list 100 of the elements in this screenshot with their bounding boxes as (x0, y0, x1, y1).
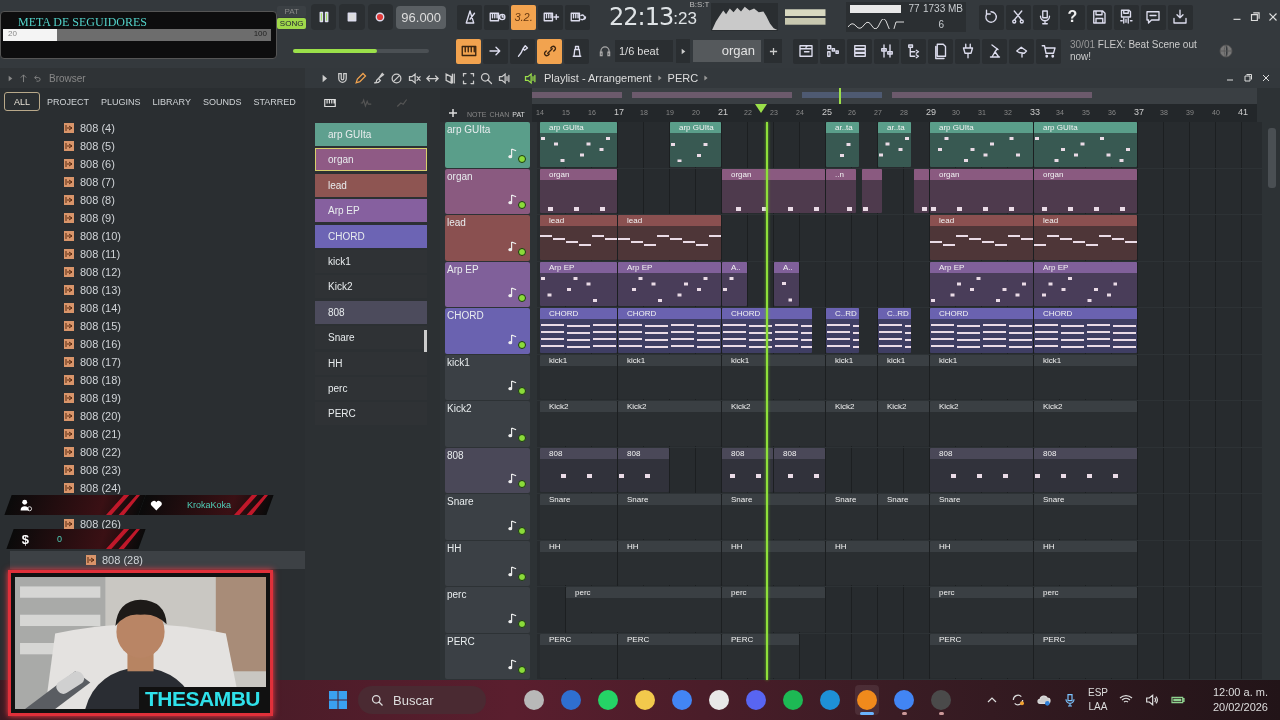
pattern-item[interactable]: Arp EP (315, 199, 427, 223)
pen-curve-button[interactable] (510, 38, 535, 64)
language-indicator[interactable]: ESP LAA (1088, 686, 1108, 714)
brush-icon[interactable] (371, 70, 386, 86)
browser-item[interactable]: 808 (20) (0, 407, 305, 425)
forbidden-icon[interactable] (389, 70, 404, 86)
pattern-clip[interactable]: Snare (540, 494, 617, 539)
pattern-clip[interactable]: kick1 (540, 354, 617, 399)
download-button[interactable] (1168, 4, 1193, 30)
track-mute-switch[interactable] (518, 480, 526, 488)
track-mute-switch[interactable] (518, 340, 526, 349)
track-header[interactable]: lead (445, 215, 530, 261)
keyboard-clock-button[interactable] (484, 4, 510, 30)
pattern-clip[interactable]: Snare (1034, 494, 1137, 539)
channel-rack-button[interactable] (847, 38, 872, 64)
browser-item[interactable]: 808 (7) (0, 173, 305, 191)
cloud-icon[interactable] (1036, 692, 1052, 708)
track-header[interactable]: PERC (445, 633, 530, 679)
pattern-clip[interactable]: Kick2 (930, 401, 1033, 446)
pattern-clip[interactable]: PERC (540, 633, 617, 678)
track-header[interactable]: kick1 (445, 354, 530, 400)
track-mute-switch[interactable] (518, 387, 526, 395)
pattern-clip[interactable]: Snare (930, 494, 1033, 539)
pattern-clip[interactable]: A.. (774, 261, 799, 306)
track-header[interactable]: Kick2 (445, 401, 530, 447)
pattern-clip[interactable]: Arp EP (540, 261, 617, 306)
pattern-clip[interactable]: lead (1034, 215, 1137, 260)
pattern-clip[interactable]: Arp EP (930, 261, 1033, 306)
magnet-icon[interactable] (335, 70, 350, 86)
step-sequence-button[interactable] (820, 38, 845, 64)
pause-button[interactable] (311, 4, 337, 30)
browser-item[interactable]: 808 (18) (0, 371, 305, 389)
keyboard-plus-button[interactable] (538, 4, 564, 30)
zoom-icon[interactable] (479, 70, 494, 86)
pattern-clip[interactable]: perc (722, 587, 825, 632)
track-header[interactable]: organ (445, 168, 530, 214)
pattern-clip[interactable]: Kick2 (618, 401, 721, 446)
browser-item[interactable]: 808 (9) (0, 209, 305, 227)
file-tree-button[interactable] (901, 38, 926, 64)
pattern-clip[interactable]: lead (930, 215, 1033, 260)
save-button[interactable] (1087, 4, 1112, 30)
pattern-clip[interactable]: Kick2 (878, 401, 929, 446)
pattern-clip[interactable]: C..RD (878, 308, 911, 353)
pattern-clip[interactable]: CHORD (930, 308, 1033, 353)
browser-item[interactable]: 808 (4) (0, 119, 305, 137)
pattern-clip[interactable]: Kick2 (722, 401, 825, 446)
up-arrow-icon[interactable] (19, 73, 28, 83)
browser-item[interactable]: 808 (13) (0, 281, 305, 299)
browser-item[interactable]: 808 (22) (0, 443, 305, 461)
browser-item[interactable]: 808 (17) (0, 353, 305, 371)
track-mute-switch[interactable] (518, 247, 526, 256)
pattern-clip[interactable]: perc (1034, 587, 1137, 632)
undo-button[interactable] (979, 4, 1004, 30)
chat-bubble-button[interactable] (1141, 4, 1166, 30)
plus-icon[interactable] (448, 108, 458, 118)
track-mute-switch[interactable] (518, 666, 526, 674)
track-mute-switch[interactable] (518, 573, 526, 581)
pattern-clip[interactable]: PERC (722, 633, 799, 678)
pattern-item[interactable]: organ (315, 148, 427, 172)
cart-button[interactable] (1036, 38, 1061, 64)
pattern-clip[interactable]: 808 (774, 447, 825, 492)
pattern-clip[interactable]: Kick2 (540, 401, 617, 446)
speaker-icon[interactable] (523, 70, 538, 86)
sync-icon[interactable] (1010, 692, 1026, 708)
pattern-clip[interactable]: 808 (930, 447, 1033, 492)
track-mute-switch[interactable] (518, 526, 526, 535)
pattern-clip[interactable]: organ (540, 168, 617, 213)
help-button[interactable]: ? (1060, 4, 1085, 30)
browser-item[interactable]: 808 (19) (0, 389, 305, 407)
browser-item[interactable]: 808 (28) (10, 551, 305, 569)
snap-selector[interactable]: 1/6 beat (615, 40, 673, 62)
pattern-clip[interactable]: CHORD (618, 308, 721, 353)
pattern-clip[interactable]: HH (618, 540, 721, 585)
search-field[interactable]: Buscar (358, 686, 486, 714)
pattern-item[interactable]: CHORD (315, 224, 427, 248)
browser-item[interactable]: 808 (24) (0, 479, 305, 497)
pattern-clip[interactable]: CHORD (1034, 308, 1137, 353)
track-mute-switch[interactable] (518, 433, 526, 442)
pattern-clip[interactable]: kick1 (618, 354, 721, 399)
pattern-clip[interactable]: CHORD (722, 308, 812, 353)
browser-item[interactable]: 808 (5) (0, 137, 305, 155)
browser-item[interactable]: 808 (16) (0, 335, 305, 353)
pattern-clip[interactable]: kick1 (722, 354, 825, 399)
track-mute-switch[interactable] (518, 294, 526, 302)
pattern-clip[interactable]: PERC (930, 633, 1033, 678)
pattern-clip[interactable]: 808 (722, 447, 773, 492)
select-icon[interactable] (461, 70, 476, 86)
pattern-clip[interactable]: HH (826, 540, 929, 585)
pattern-item[interactable]: lead (315, 173, 427, 197)
stop-button[interactable] (339, 4, 365, 30)
track-mute-switch[interactable] (518, 619, 526, 628)
pattern-clip[interactable] (862, 168, 883, 213)
pattern-clip[interactable]: kick1 (1034, 354, 1137, 399)
tempo-field[interactable]: 96.000 (395, 5, 447, 29)
browser-item[interactable]: 808 (8) (0, 191, 305, 209)
browser-item[interactable]: 808 (21) (0, 425, 305, 443)
browser-item[interactable]: 808 (23) (0, 461, 305, 479)
pattern-clip[interactable]: PERC (1034, 633, 1137, 678)
record-button[interactable] (367, 4, 393, 30)
pattern-clip[interactable]: HH (1034, 540, 1137, 585)
